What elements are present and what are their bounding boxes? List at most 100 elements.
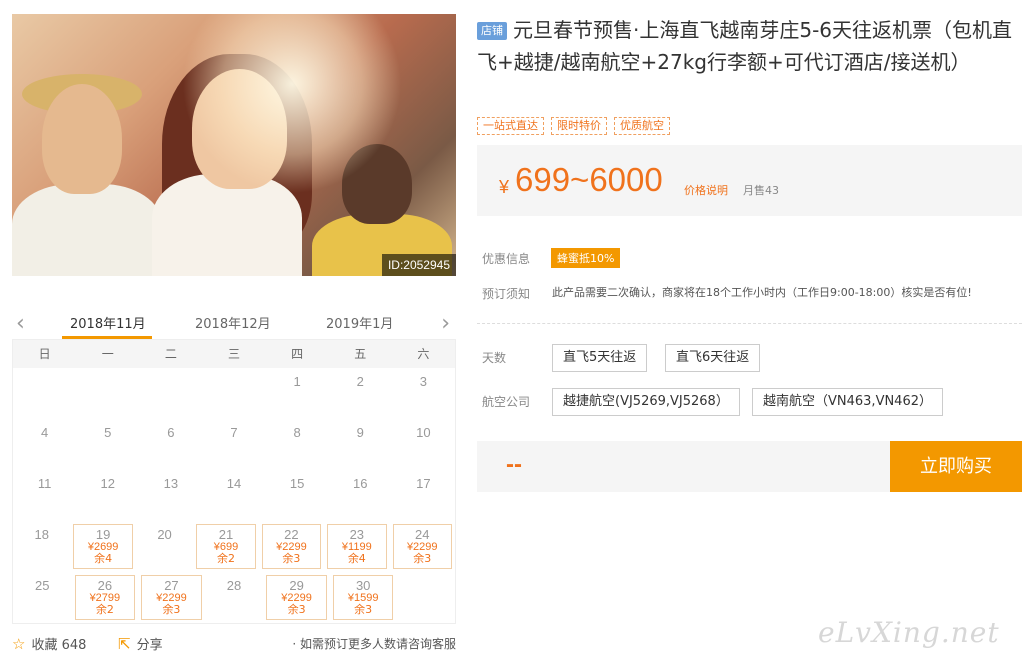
calendar-day-available[interactable]: 21 ¥699 余2 bbox=[196, 524, 256, 569]
calendar-day: 20 bbox=[136, 521, 193, 572]
day-number: 9 bbox=[356, 425, 364, 440]
calendar-day: 15 bbox=[266, 470, 329, 521]
watermark: eLvXing.net bbox=[818, 616, 1000, 649]
promo-badge: 蜂蜜抵10% bbox=[551, 248, 621, 268]
day-number: 24 bbox=[415, 527, 430, 542]
month-tab-1[interactable]: 2018年11月 bbox=[70, 313, 146, 332]
price-explain-link[interactable]: 价格说明 bbox=[684, 182, 728, 198]
calendar-day bbox=[76, 368, 139, 419]
calendar-month-nav: ‹ 2018年11月 2018年12月 2019年1月 › bbox=[12, 305, 456, 341]
day-number: 26 bbox=[97, 578, 113, 593]
share-button[interactable]: ⇱ 分享 bbox=[118, 634, 163, 653]
monthly-sales: 月售43 bbox=[743, 184, 779, 197]
calendar-day: 13 bbox=[139, 470, 202, 521]
option-airline-vietnam[interactable]: 越南航空（VN463,VN462） bbox=[752, 388, 943, 416]
weekday-label: 二 bbox=[164, 347, 177, 361]
calendar-grid: 1 2 3 4 5 6 7 8 9 10 11 12 13 14 15 16 17 18 19 ¥2699 余4 20 21… bbox=[13, 368, 455, 623]
calendar-week-row: 25 26 ¥2799 余2 27 ¥2299 余3 28 29 ¥2299 余3 30 ¥1599 余3 bbox=[13, 572, 455, 623]
calendar-day: 17 bbox=[392, 470, 455, 521]
prev-month-icon[interactable]: ‹ bbox=[16, 311, 25, 336]
month-tab-2[interactable]: 2018年12月 bbox=[195, 313, 271, 332]
day-number: 18 bbox=[34, 527, 49, 542]
calendar-day-available[interactable]: 19 ¥2699 余4 bbox=[73, 524, 133, 569]
calendar-day: 8 bbox=[266, 419, 329, 470]
day-number: 15 bbox=[289, 476, 305, 491]
calendar-day: 28 bbox=[205, 572, 264, 623]
day-number: 7 bbox=[230, 425, 238, 440]
day-stock: 余3 bbox=[162, 603, 181, 616]
day-number: 20 bbox=[157, 527, 172, 542]
favorite-button[interactable]: ☆ 收藏 648 bbox=[12, 634, 86, 653]
airline-label: 航空公司 bbox=[482, 395, 531, 409]
option-airline-vietjet[interactable]: 越捷航空(VJ5269,VJ5268） bbox=[552, 388, 740, 416]
day-number: 23 bbox=[349, 527, 365, 542]
date-calendar: 日 一 二 三 四 五 六 1 2 3 4 5 6 7 8 9 10 11 12 13 14 15 16 17 1… bbox=[12, 339, 456, 624]
next-month-icon[interactable]: › bbox=[441, 311, 450, 336]
feature-tag: 一站式直达 bbox=[477, 117, 544, 135]
share-label: 分享 bbox=[136, 638, 163, 653]
day-number bbox=[202, 368, 265, 374]
day-stock: 余2 bbox=[216, 552, 235, 565]
calendar-day-available[interactable]: 22 ¥2299 余3 bbox=[261, 524, 322, 569]
calendar-day-available[interactable]: 26 ¥2799 余2 bbox=[74, 575, 136, 620]
calendar-day: 3 bbox=[392, 368, 455, 419]
calendar-week-row: 4 5 6 7 8 9 10 bbox=[13, 419, 455, 470]
calendar-day: 10 bbox=[392, 419, 455, 470]
calendar-week-row: 11 12 13 14 15 16 17 bbox=[13, 470, 455, 521]
price-box: ¥ 699~6000 价格说明 月售43 bbox=[477, 145, 1022, 216]
day-stock: 余3 bbox=[282, 552, 301, 565]
notice-text: 此产品需要二次确认，商家将在18个工作小时内（工作日9:00-18:00）核实是… bbox=[552, 286, 972, 299]
product-title-text: 元旦春节预售·上海直飞越南芽庄5-6天往返机票（包机直飞+越捷/越南航空+27k… bbox=[477, 18, 1013, 74]
day-number bbox=[396, 572, 455, 578]
weekday-label: 四 bbox=[291, 347, 304, 361]
day-stock: 余4 bbox=[347, 552, 366, 565]
shop-tag: 店铺 bbox=[477, 22, 507, 40]
day-number: 5 bbox=[104, 425, 112, 440]
day-stock: 余4 bbox=[94, 552, 113, 565]
day-stock: 余2 bbox=[95, 603, 114, 616]
notice-label: 预订须知 bbox=[482, 287, 531, 301]
star-icon: ☆ bbox=[12, 635, 26, 653]
calendar-day: 9 bbox=[329, 419, 392, 470]
calendar-week-row: 18 19 ¥2699 余4 20 21 ¥699 余2 22 ¥2299 余3 23 ¥1199 余4 2… bbox=[13, 521, 455, 572]
option-days-6[interactable]: 直飞6天往返 bbox=[665, 344, 761, 372]
calendar-day: 25 bbox=[13, 572, 72, 623]
buy-now-button[interactable]: 立即购买 bbox=[890, 441, 1022, 492]
calendar-week-row: 1 2 3 bbox=[13, 368, 455, 419]
currency-symbol: ¥ bbox=[499, 177, 510, 197]
calendar-day: 5 bbox=[76, 419, 139, 470]
calendar-day: 2 bbox=[329, 368, 392, 419]
day-number: 10 bbox=[416, 425, 431, 440]
total-price-placeholder: -- bbox=[506, 451, 522, 478]
day-number: 29 bbox=[289, 578, 304, 593]
calendar-day-available[interactable]: 27 ¥2299 余3 bbox=[141, 575, 202, 620]
day-stock: 余3 bbox=[287, 603, 306, 616]
price-range: 699~6000 bbox=[515, 161, 663, 198]
calendar-day: 16 bbox=[329, 470, 392, 521]
favorite-label: 收藏 648 bbox=[31, 638, 87, 653]
day-number: 28 bbox=[226, 578, 242, 593]
weekday-label: 三 bbox=[227, 347, 240, 361]
photo-id-label: ID:2052945 bbox=[381, 254, 456, 276]
divider bbox=[477, 323, 1022, 324]
day-number bbox=[139, 368, 202, 374]
option-days-5[interactable]: 直飞5天往返 bbox=[552, 344, 648, 372]
feature-tags: 一站式直达 限时特价 优质航空 bbox=[477, 117, 670, 135]
calendar-day-available[interactable]: 30 ¥1599 余3 bbox=[332, 575, 394, 620]
weekday-label: 日 bbox=[38, 347, 51, 361]
calendar-day-available[interactable]: 23 ¥1199 余4 bbox=[327, 524, 387, 569]
day-number: 6 bbox=[167, 425, 175, 440]
feature-tag: 限时特价 bbox=[551, 117, 607, 135]
calendar-day: 1 bbox=[266, 368, 329, 419]
month-tab-3[interactable]: 2019年1月 bbox=[326, 313, 393, 332]
calendar-day-available[interactable]: 29 ¥2299 余3 bbox=[266, 575, 327, 620]
day-number: 14 bbox=[226, 476, 242, 491]
day-number: 12 bbox=[100, 476, 115, 491]
day-number: 11 bbox=[37, 476, 52, 491]
day-stock: 余3 bbox=[354, 603, 373, 616]
day-number: 1 bbox=[293, 374, 301, 389]
calendar-day-available[interactable]: 24 ¥2299 余3 bbox=[392, 524, 452, 569]
day-number: 13 bbox=[163, 476, 179, 491]
day-number: 21 bbox=[218, 527, 234, 542]
day-number: 16 bbox=[353, 476, 368, 491]
